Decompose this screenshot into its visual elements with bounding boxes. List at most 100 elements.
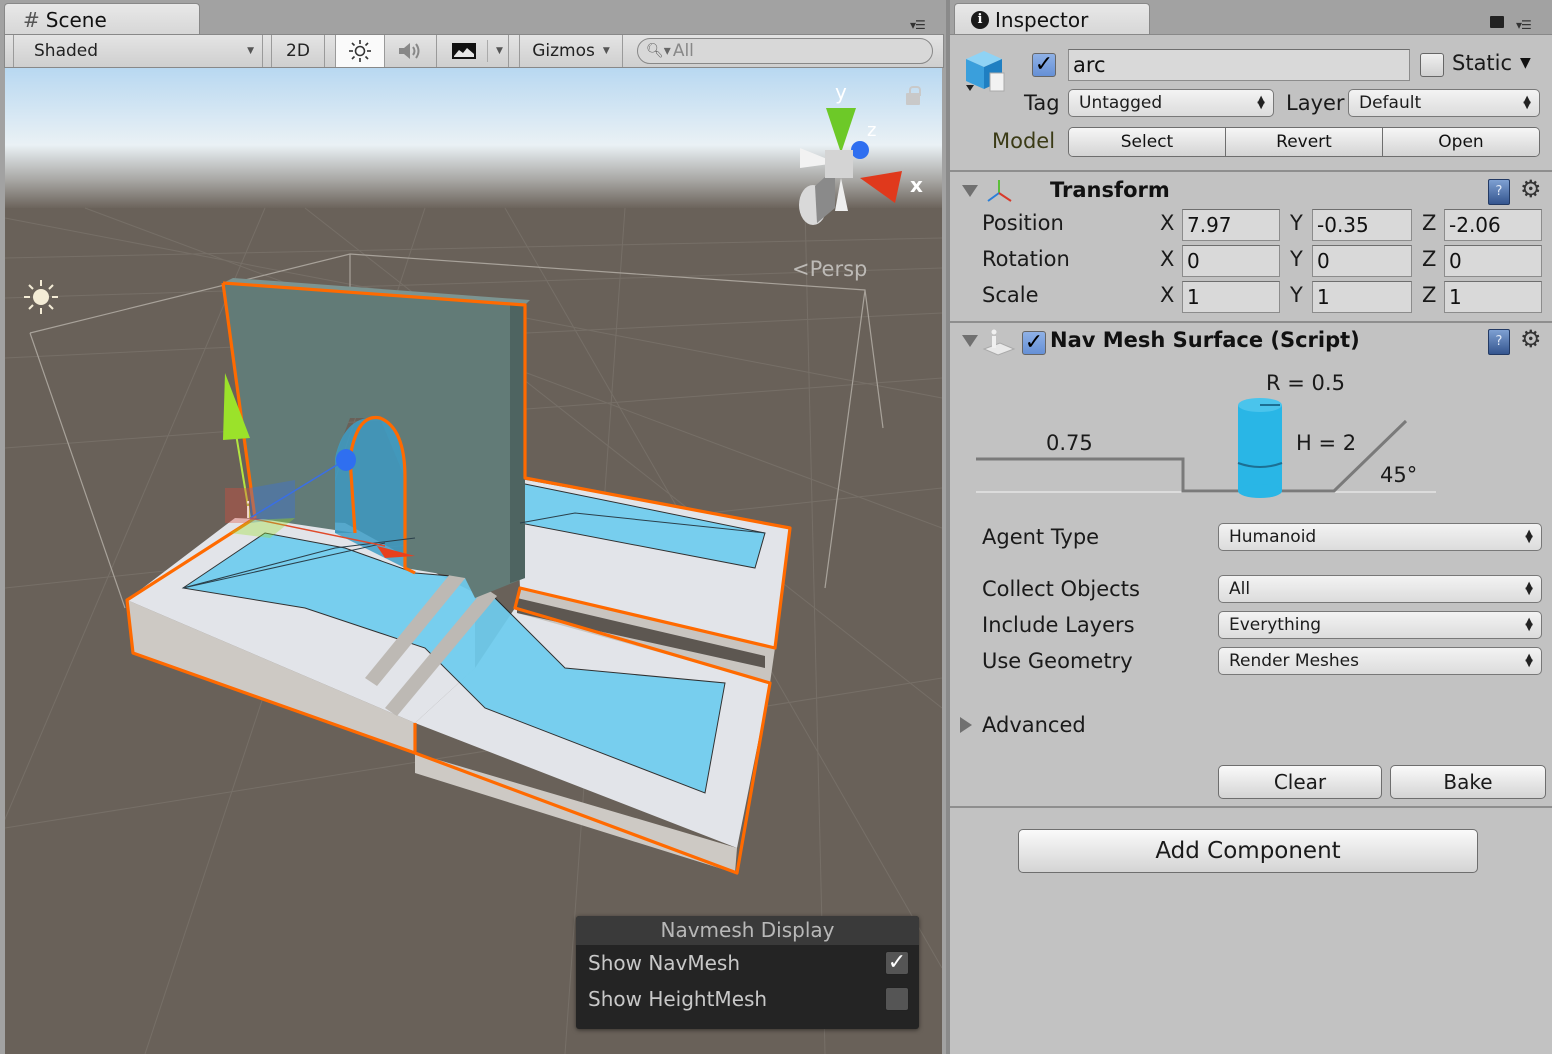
scene-search-input[interactable]: 🔍︎▾ All	[637, 38, 933, 64]
rotation-y-field[interactable]: 0	[1312, 245, 1412, 277]
transform-title: Transform	[1050, 178, 1170, 202]
navmesh-agent-icon: i	[245, 499, 251, 524]
position-z-field[interactable]: -2.06	[1444, 209, 1542, 241]
tag-dropdown[interactable]: Untagged ▲ ▼	[1068, 89, 1274, 117]
search-icon: 🔍︎▾	[646, 43, 671, 59]
scale-x-field[interactable]: 1	[1182, 281, 1280, 313]
panel-menu-icon[interactable]: ▾☰	[1516, 18, 1532, 32]
transform-foldout-arrow[interactable]	[962, 185, 978, 197]
axis-z-label: Z	[1422, 211, 1437, 235]
scale-y-field[interactable]: 1	[1312, 281, 1412, 313]
tab-scene[interactable]: # Scene	[4, 3, 200, 35]
model-revert-button[interactable]: Revert	[1226, 128, 1383, 156]
navmesh-surface-icon	[982, 329, 1016, 356]
show-navmesh-label: Show NavMesh	[588, 951, 741, 975]
z-axis-handle	[336, 449, 356, 471]
axis-y-label: Y	[1290, 211, 1303, 235]
tab-inspector[interactable]: i Inspector	[954, 3, 1150, 35]
agent-type-label: Agent Type	[982, 525, 1100, 549]
include-layers-value: Everything	[1229, 615, 1322, 635]
help-book-icon[interactable]: ?	[1488, 329, 1510, 355]
gizmos-dropdown[interactable]: Gizmos ▼	[519, 35, 623, 67]
projection-toggle[interactable]: <Persp	[792, 257, 867, 281]
scale-z-field[interactable]: 1	[1444, 281, 1542, 313]
advanced-foldout-arrow[interactable]	[960, 717, 972, 733]
agent-type-dropdown[interactable]: Humanoid ▲ ▼	[1218, 523, 1542, 551]
include-layers-dropdown[interactable]: Everything ▲ ▼	[1218, 611, 1542, 639]
clear-button[interactable]: Clear	[1218, 765, 1382, 799]
scene-audio-toggle[interactable]	[385, 35, 437, 67]
bake-button[interactable]: Bake	[1390, 765, 1546, 799]
scene-render: i	[5, 68, 942, 1054]
object-name-input[interactable]: arc	[1068, 49, 1410, 81]
separator	[487, 40, 488, 62]
chevron-left-icon: <	[792, 257, 810, 281]
add-component-button[interactable]: Add Component	[1018, 829, 1478, 873]
divider	[950, 806, 1552, 808]
layer-label: Layer	[1286, 91, 1345, 115]
tag-label: Tag	[1024, 91, 1060, 115]
navmesh-surface-enabled-checkbox[interactable]: ✓	[1022, 331, 1046, 355]
updown-arrows-icon: ▲ ▼	[1525, 652, 1533, 669]
shading-mode-dropdown[interactable]: Shaded ▼	[13, 35, 263, 67]
model-select-button[interactable]: Select	[1069, 128, 1226, 156]
position-y-field[interactable]: -0.35	[1312, 209, 1412, 241]
scene-panel: # Scene ▾☰ Shaded ▼ 2D ▼ Gizmos ▼ 🔍︎▾ Al…	[0, 0, 946, 1054]
gear-icon[interactable]: ⚙	[1520, 325, 1542, 353]
scene-viewport[interactable]: i y z x	[5, 68, 942, 1054]
axis-y-label: Y	[1290, 247, 1303, 271]
object-active-checkbox[interactable]: ✓	[1032, 53, 1056, 77]
static-checkbox[interactable]	[1420, 53, 1444, 77]
use-geometry-label: Use Geometry	[982, 649, 1133, 673]
info-icon: i	[971, 10, 989, 29]
gizmo-z-label: z	[867, 120, 877, 141]
collect-objects-label: Collect Objects	[982, 577, 1140, 601]
panel-menu-icon[interactable]: ▾☰	[910, 18, 926, 32]
model-button-group: Select Revert Open	[1068, 127, 1540, 157]
tab-inspector-label: Inspector	[995, 7, 1089, 32]
scale-label: Scale	[982, 283, 1039, 307]
rotation-x-field[interactable]: 0	[1182, 245, 1280, 277]
layer-dropdown[interactable]: Default ▲ ▼	[1348, 89, 1540, 117]
sun-icon	[349, 40, 371, 62]
updown-arrows-icon: ▲ ▼	[1525, 528, 1533, 545]
directional-light-icon	[24, 280, 58, 314]
show-heightmesh-checkbox[interactable]	[885, 987, 909, 1011]
transform-icon	[987, 180, 1012, 202]
advanced-foldout-label[interactable]: Advanced	[982, 713, 1086, 737]
lock-icon[interactable]	[1490, 16, 1504, 28]
chevron-down-icon: ▼	[602, 46, 610, 56]
collect-objects-dropdown[interactable]: All ▲ ▼	[1218, 575, 1542, 603]
show-heightmesh-row[interactable]: Show HeightMesh	[576, 981, 919, 1017]
image-effects-icon	[452, 43, 476, 59]
divider	[950, 321, 1552, 323]
static-dropdown-icon[interactable]: ▼	[1520, 55, 1531, 71]
static-label: Static	[1452, 51, 1513, 75]
lock-icon[interactable]	[906, 86, 921, 105]
step-height-label: 0.75	[1046, 431, 1093, 455]
agent-height-label: H = 2	[1296, 431, 1357, 455]
show-navmesh-checkbox[interactable]: ✓	[885, 951, 909, 975]
scene-lighting-toggle[interactable]	[335, 35, 385, 67]
tag-value: Untagged	[1079, 93, 1163, 113]
toggle-2d-button[interactable]: 2D	[271, 35, 325, 67]
projection-label: Persp	[809, 257, 868, 281]
inspector-panel: i Inspector ▾☰ ✓ arc Static ▼ Tag Untagg…	[946, 0, 1552, 1054]
collect-objects-value: All	[1229, 579, 1251, 599]
gear-icon[interactable]: ⚙	[1520, 175, 1542, 203]
use-geometry-dropdown[interactable]: Render Meshes ▲ ▼	[1218, 647, 1542, 675]
show-navmesh-row[interactable]: Show NavMesh ✓	[576, 945, 919, 981]
rotation-z-field[interactable]: 0	[1444, 245, 1542, 277]
model-open-button[interactable]: Open	[1383, 128, 1539, 156]
show-heightmesh-label: Show HeightMesh	[588, 987, 768, 1011]
navmesh-display-overlay: Navmesh Display Show NavMesh ✓ Show Heig…	[576, 916, 919, 1029]
navmesh-surface-foldout-arrow[interactable]	[962, 335, 978, 347]
axis-x-label: X	[1160, 283, 1175, 307]
sky	[5, 68, 942, 208]
scene-effects-dropdown[interactable]: ▼	[437, 35, 509, 67]
help-book-icon[interactable]: ?	[1488, 179, 1510, 205]
axis-y-label: Y	[1290, 283, 1303, 307]
shading-mode-value: Shaded	[34, 41, 99, 61]
position-x-field[interactable]: 7.97	[1182, 209, 1280, 241]
include-layers-label: Include Layers	[982, 613, 1135, 637]
